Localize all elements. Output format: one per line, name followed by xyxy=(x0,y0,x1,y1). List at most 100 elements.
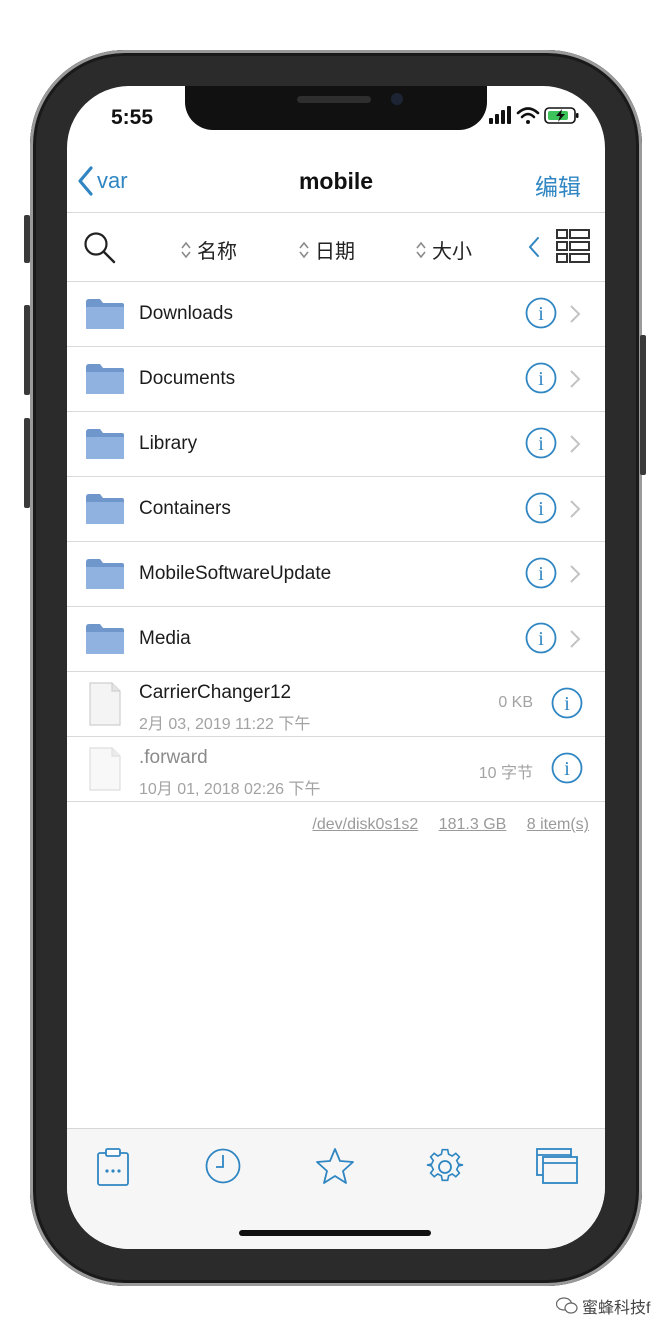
info-icon[interactable]: i xyxy=(525,622,557,654)
chevron-right-icon xyxy=(570,565,581,583)
sort-name-label: 名称 xyxy=(197,241,237,263)
info-icon[interactable]: i xyxy=(525,362,557,394)
chevron-left-icon xyxy=(528,237,539,257)
volume-down-button xyxy=(24,418,30,508)
file-size: 10 字节 xyxy=(478,765,533,782)
home-indicator[interactable] xyxy=(239,1230,431,1236)
file-size: 0 KB xyxy=(498,694,533,711)
sort-arrows-icon xyxy=(299,241,309,258)
file-date: 2月 03, 2019 11:22 下午 xyxy=(139,716,311,733)
notch xyxy=(185,86,487,130)
search-icon xyxy=(84,232,116,264)
item-count-link[interactable]: 8 item(s) xyxy=(527,816,589,833)
folder-icon xyxy=(86,494,124,524)
sort-by-date-button[interactable]: 日期 xyxy=(299,235,355,264)
folder-icon xyxy=(86,364,124,394)
info-icon[interactable]: i xyxy=(525,557,557,589)
mute-switch xyxy=(24,215,30,263)
disk-link[interactable]: /dev/disk0s1s2 xyxy=(312,816,418,833)
capacity-link[interactable]: 181.3 GB xyxy=(439,816,507,833)
power-button xyxy=(640,335,646,475)
chevron-right-icon xyxy=(570,630,581,648)
sort-date-label: 日期 xyxy=(315,241,355,263)
view-mode-button[interactable] xyxy=(555,228,591,269)
svg-text:i: i xyxy=(538,303,544,325)
svg-text:i: i xyxy=(538,498,544,520)
folder-name: Containers xyxy=(139,498,231,519)
tab-settings[interactable] xyxy=(425,1147,465,1192)
watermark-text: 蜜蜂科技f xyxy=(582,1300,651,1317)
file-icon xyxy=(89,682,121,726)
file-date: 10月 01, 2018 02:26 下午 xyxy=(139,781,321,798)
page-title: mobile xyxy=(298,168,374,194)
wechat-icon xyxy=(556,1297,578,1314)
folder-row-media[interactable]: Media i xyxy=(67,607,605,672)
info-icon[interactable]: i xyxy=(525,427,557,459)
folder-row-mobilesoftwareupdate[interactable]: MobileSoftwareUpdate i xyxy=(67,542,605,607)
volume-up-button xyxy=(24,305,30,395)
tab-windows[interactable] xyxy=(535,1147,579,1190)
folder-name: MobileSoftwareUpdate xyxy=(139,563,332,584)
folder-name: Documents xyxy=(139,368,236,389)
svg-text:i: i xyxy=(538,563,544,585)
file-row-forward[interactable]: .forward 10月 01, 2018 02:26 下午 10 字节 i xyxy=(67,737,605,802)
folder-name: Media xyxy=(139,628,191,649)
edit-button[interactable]: 编辑 xyxy=(535,168,581,202)
windows-icon xyxy=(536,1148,578,1184)
tab-clipboard[interactable] xyxy=(95,1147,131,1192)
chevron-right-icon xyxy=(570,370,581,388)
info-icon[interactable]: i xyxy=(551,752,583,784)
chevron-right-icon xyxy=(570,305,581,323)
file-row-carrierchanger12[interactable]: CarrierChanger12 2月 03, 2019 11:22 下午 0 … xyxy=(67,672,605,737)
folder-icon xyxy=(86,299,124,329)
file-icon xyxy=(89,747,121,791)
file-name: CarrierChanger12 xyxy=(139,682,292,703)
chevron-right-icon xyxy=(570,435,581,453)
signal-icon xyxy=(489,106,511,124)
folder-icon xyxy=(86,624,124,654)
status-time: 5:55 xyxy=(111,106,154,129)
screen: 5:55 var mobile 编辑 名称 日期 大小 Downloads i … xyxy=(67,86,605,1249)
sort-size-label: 大小 xyxy=(432,241,472,263)
speaker-grille xyxy=(297,96,371,103)
battery-charging-icon xyxy=(544,107,579,124)
info-icon[interactable]: i xyxy=(525,297,557,329)
clock-icon xyxy=(205,1148,241,1184)
svg-text:i: i xyxy=(538,368,544,390)
sort-arrows-icon xyxy=(181,241,191,258)
folder-name: Library xyxy=(139,433,198,454)
folder-name: Downloads xyxy=(139,303,233,324)
watermark: 蜜蜂科技f xyxy=(556,1294,650,1318)
star-icon xyxy=(316,1148,354,1184)
file-name: .forward xyxy=(139,747,208,768)
sort-toolbar: 名称 日期 大小 xyxy=(67,213,605,281)
front-camera xyxy=(391,93,403,105)
wifi-icon xyxy=(516,107,540,124)
storage-info: /dev/disk0s1s2 181.3 GB 8 item(s) xyxy=(296,816,589,834)
status-icons xyxy=(487,104,587,128)
tab-recent[interactable] xyxy=(204,1147,242,1190)
file-list: Downloads i Documents i Library i Contai… xyxy=(67,282,605,802)
sort-by-size-button[interactable]: 大小 xyxy=(416,235,472,264)
sort-by-name-button[interactable]: 名称 xyxy=(181,235,237,264)
sort-arrows-icon xyxy=(416,241,426,258)
clipboard-icon xyxy=(97,1148,129,1186)
svg-text:i: i xyxy=(564,693,570,715)
svg-text:i: i xyxy=(564,758,570,780)
svg-text:i: i xyxy=(538,628,544,650)
chevron-right-icon xyxy=(570,500,581,518)
folder-row-downloads[interactable]: Downloads i xyxy=(67,282,605,347)
info-icon[interactable]: i xyxy=(525,492,557,524)
info-icon[interactable]: i xyxy=(551,687,583,719)
folder-icon xyxy=(86,429,124,459)
navigation-bar: var mobile 编辑 xyxy=(67,148,605,212)
collapse-button[interactable] xyxy=(527,235,541,264)
tab-favorites[interactable] xyxy=(315,1147,355,1190)
folder-icon xyxy=(86,559,124,589)
list-view-icon xyxy=(556,229,590,263)
folder-row-documents[interactable]: Documents i xyxy=(67,347,605,412)
gear-icon xyxy=(426,1148,464,1182)
search-button[interactable] xyxy=(83,231,117,270)
folder-row-library[interactable]: Library i xyxy=(67,412,605,477)
folder-row-containers[interactable]: Containers i xyxy=(67,477,605,542)
